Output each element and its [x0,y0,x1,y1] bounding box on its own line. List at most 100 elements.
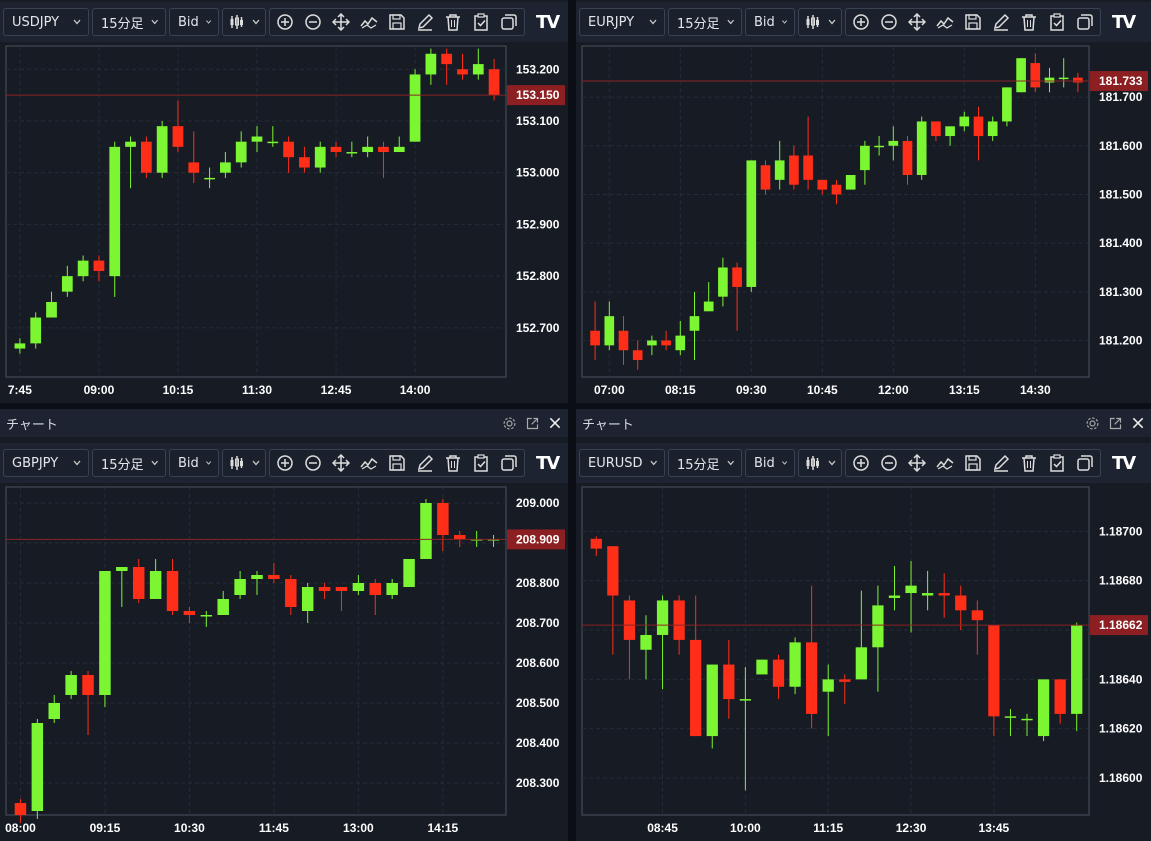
y-tick-label: 208.600 [516,656,560,670]
chevron-down-icon [781,20,787,24]
candle-body [116,567,128,571]
save-icon[interactable] [964,13,982,31]
settings-icon[interactable] [502,416,517,431]
candle-body [661,340,671,346]
timeframe-select[interactable]: 15分足 [668,8,742,36]
draw-icon[interactable] [992,454,1010,472]
checklist-icon[interactable] [1048,13,1066,31]
window-titlebar: チャート [0,409,568,437]
symbol-select[interactable]: USDJPY [3,8,89,36]
candle-body [888,595,901,598]
y-tick-label: 181.700 [1099,90,1143,104]
indicator-icon[interactable] [360,454,378,472]
move-icon[interactable] [332,13,350,31]
checklist-icon[interactable] [472,13,490,31]
symbol-select[interactable]: GBPJPY [3,449,89,477]
save-icon[interactable] [388,13,406,31]
candle-body [623,600,636,640]
tradingview-logo: TV [536,452,560,474]
chevron-down-icon [205,461,211,465]
move-icon[interactable] [908,13,926,31]
chart-type-select[interactable] [222,8,266,36]
chart-toolbar: GBPJPY 15分足 Bid TV [0,443,568,483]
candle [109,141,121,297]
candle-body [945,126,955,137]
candle-body [1071,625,1083,714]
indicator-icon[interactable] [936,13,954,31]
checklist-icon[interactable] [472,454,490,472]
chart-plot-area[interactable]: 1.187001.186801.186601.186401.186201.186… [576,483,1151,841]
candle-body [987,121,998,137]
indicator-icon[interactable] [360,13,378,31]
popout-icon[interactable] [525,416,540,431]
x-tick-label: 09:15 [90,821,121,835]
zoom-out-icon[interactable] [880,454,898,472]
y-tick-label: 181.200 [1099,333,1143,347]
zoom-in-icon[interactable] [852,454,870,472]
candle-body [902,140,913,175]
zoom-out-icon[interactable] [304,13,322,31]
delete-icon[interactable] [444,13,462,31]
copy-icon[interactable] [500,13,518,31]
checklist-icon[interactable] [1048,454,1066,472]
popout-icon[interactable] [1108,416,1123,431]
save-icon[interactable] [388,454,406,472]
draw-icon[interactable] [416,454,434,472]
chart-plot-area[interactable]: 153.200 153.100 153.000 152.900 152.800 152.7… [0,42,568,403]
close-icon[interactable] [1131,416,1145,430]
settings-icon[interactable] [1085,416,1100,431]
candle [65,671,77,699]
chart-type-select[interactable] [222,449,266,477]
x-tick-label: 7:45 [8,383,32,397]
zoom-in-icon[interactable] [852,13,870,31]
timeframe-select[interactable]: 15分足 [92,8,166,36]
chart-type-select[interactable] [798,8,842,36]
zoom-out-icon[interactable] [304,454,322,472]
copy-icon[interactable] [500,454,518,472]
copy-icon[interactable] [1076,454,1094,472]
symbol-select[interactable]: EURJPY [579,8,665,36]
timeframe-select[interactable]: 15分足 [668,449,742,477]
chart-pane-usdjpy: USDJPY 15分足 Bid TV 153.200 153.100 153.000 152… [0,0,568,403]
price-side-select[interactable]: Bid [745,449,795,477]
close-icon[interactable] [548,416,562,430]
chart-toolbar: USDJPY 15分足 Bid TV [0,2,568,42]
zoom-in-icon[interactable] [276,454,294,472]
chart-plot-area[interactable]: 181.700 181.600 181.500 181.400 181.300 181.2… [576,42,1151,403]
symbol-select[interactable]: EURUSD [579,449,665,477]
candle-body [822,679,834,692]
delete-icon[interactable] [1020,13,1038,31]
x-tick-label: 11:45 [259,821,289,835]
candle-body [346,152,358,154]
draw-icon[interactable] [416,13,434,31]
delete-icon[interactable] [1020,454,1038,472]
delete-icon[interactable] [444,454,462,472]
zoom-out-icon[interactable] [880,13,898,31]
chevron-down-icon [205,20,211,24]
price-side-select[interactable]: Bid [169,449,219,477]
candle-body [760,165,771,190]
chart-type-select[interactable] [798,449,842,477]
candle-body [938,593,950,596]
chevron-down-icon [252,19,260,25]
price-side-select[interactable]: Bid [169,8,219,36]
y-tick-label: 208.800 [516,576,560,590]
candle-body [14,803,27,815]
price-side-select[interactable]: Bid [745,8,795,36]
indicator-icon[interactable] [936,454,954,472]
chart-plot-area[interactable]: 209.000208.900208.800208.700208.600208.5… [0,483,568,841]
candle-body [1054,679,1066,714]
save-icon[interactable] [964,454,982,472]
y-tick-label: 181.600 [1099,139,1143,153]
candle-body [425,53,437,75]
move-icon[interactable] [332,454,350,472]
timeframe-select[interactable]: 15分足 [92,449,166,477]
draw-icon[interactable] [992,13,1010,31]
candle-body [200,615,213,617]
candle-body [604,316,615,346]
candles-icon [806,15,819,29]
chevron-down-icon [252,460,260,466]
copy-icon[interactable] [1076,13,1094,31]
move-icon[interactable] [908,454,926,472]
zoom-in-icon[interactable] [276,13,294,31]
